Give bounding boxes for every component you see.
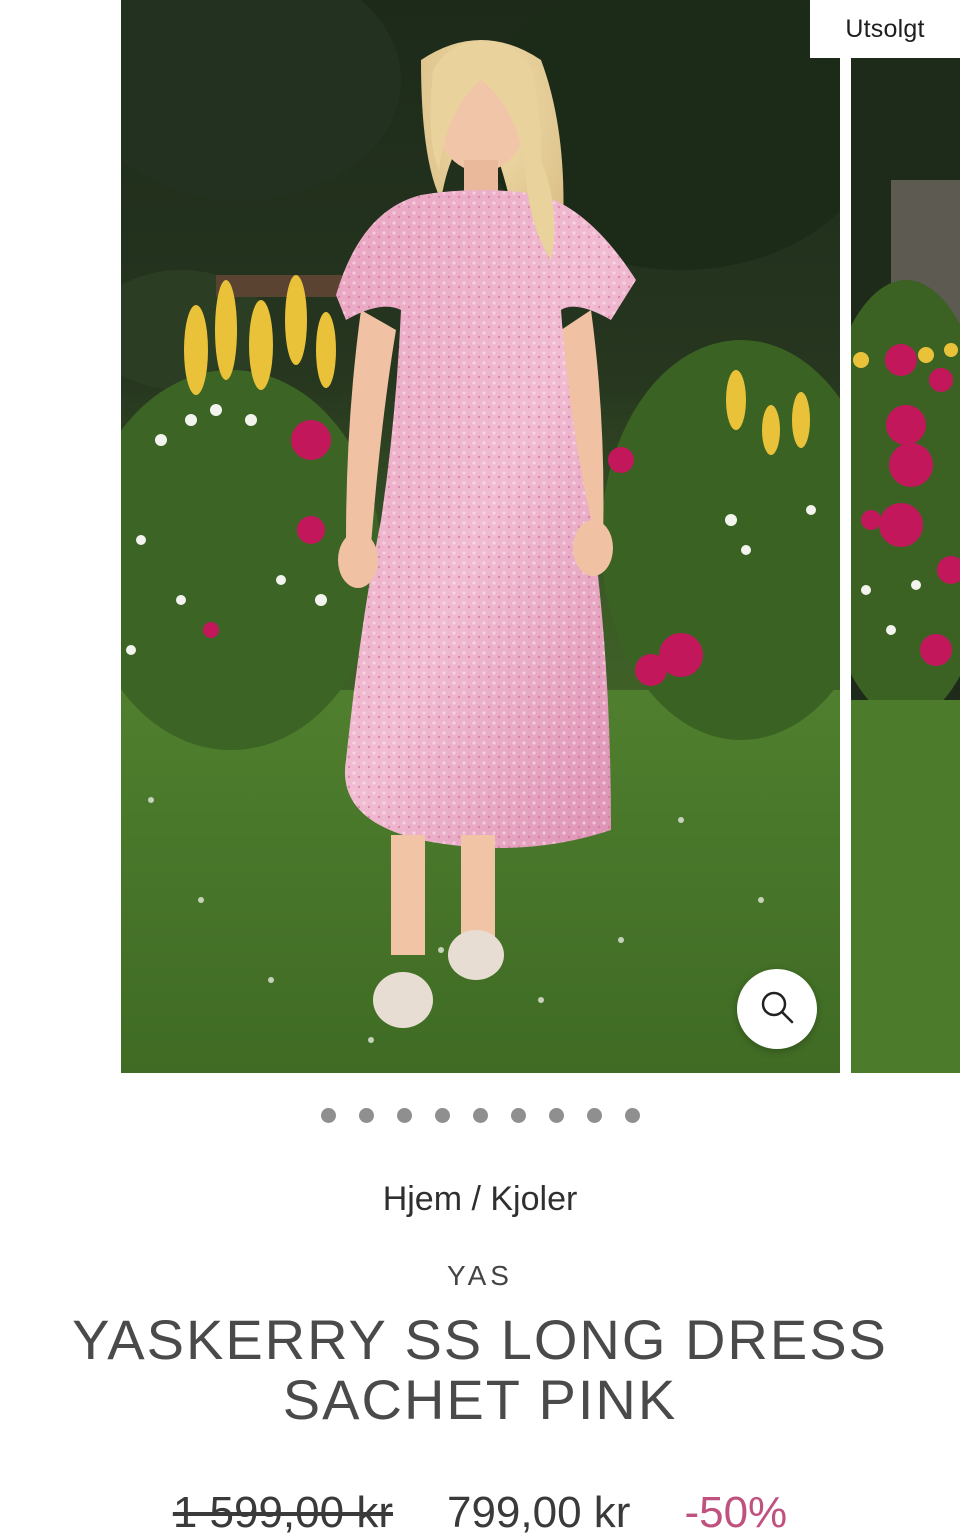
price-row: 1 599,00 kr 799,00 kr -50% — [0, 1488, 960, 1538]
gallery-dot[interactable] — [320, 1108, 336, 1123]
sold-out-label: Utsolgt — [845, 14, 925, 43]
gallery-dot[interactable] — [396, 1108, 412, 1123]
gallery-dot[interactable] — [434, 1108, 450, 1123]
product-image-gallery[interactable]: Utsolgt — [0, 0, 960, 1073]
breadcrumb-home-link[interactable]: Hjem — [383, 1180, 462, 1218]
gallery-dot[interactable] — [586, 1108, 602, 1123]
zoom-button[interactable] — [737, 969, 817, 1049]
sold-out-badge: Utsolgt — [810, 0, 960, 58]
breadcrumb-category-link[interactable]: Kjoler — [490, 1180, 577, 1218]
product-photo-next — [851, 0, 960, 1073]
original-price: 1 599,00 kr — [172, 1488, 393, 1537]
product-photo — [121, 0, 840, 1073]
product-title-line1: YASKERRY SS LONG DRESS — [72, 1308, 888, 1371]
gallery-pagination — [0, 1108, 960, 1123]
breadcrumb: Hjem / Kjoler — [0, 1180, 960, 1219]
gallery-dot[interactable] — [358, 1108, 374, 1123]
gallery-dot[interactable] — [548, 1108, 564, 1123]
product-image-main[interactable] — [121, 0, 840, 1073]
search-icon — [758, 988, 796, 1031]
gallery-dot[interactable] — [472, 1108, 488, 1123]
breadcrumb-separator: / — [462, 1180, 491, 1218]
discount-badge: -50% — [684, 1488, 788, 1537]
product-title-line2: SACHET PINK — [282, 1368, 678, 1431]
gallery-dot[interactable] — [624, 1108, 640, 1123]
product-image-next[interactable] — [851, 0, 960, 1073]
product-title: YASKERRY SS LONG DRESS SACHET PINK — [40, 1310, 920, 1430]
gallery-dot[interactable] — [510, 1108, 526, 1123]
product-brand[interactable]: YAS — [0, 1260, 960, 1292]
sale-price: 799,00 kr — [446, 1488, 631, 1537]
